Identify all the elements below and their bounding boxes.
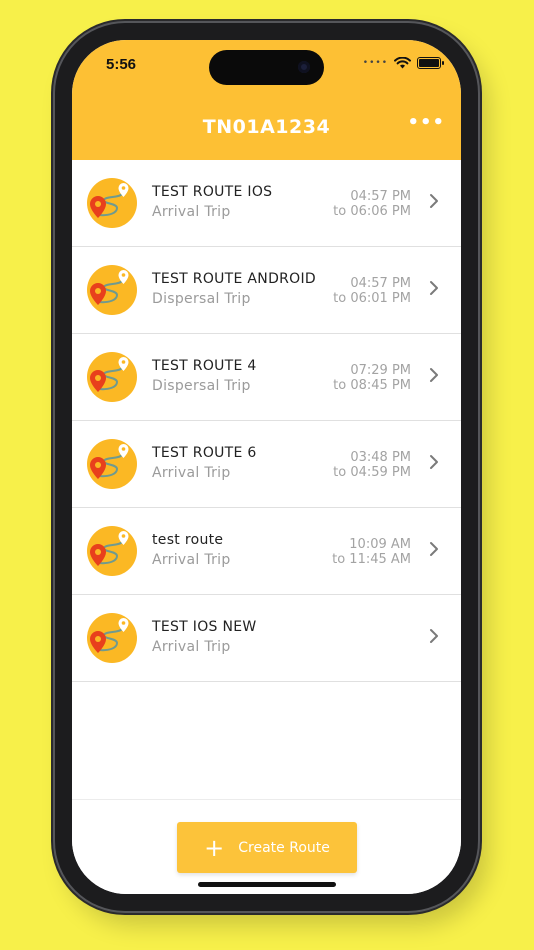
route-name: TEST IOS NEW (152, 619, 257, 635)
route-name: TEST ROUTE IOS (152, 184, 273, 200)
route-end-time: to 11:45 AM (332, 552, 411, 567)
battery-icon (417, 57, 444, 69)
route-avatar (87, 439, 137, 489)
route-map-pin-icon (90, 183, 129, 218)
route-end-time: to 08:45 PM (333, 378, 411, 393)
route-end-time: to 06:01 PM (333, 291, 411, 306)
chevron-right-icon (430, 194, 438, 208)
status-time: 5:56 (106, 56, 137, 73)
signal-icon: •••• (362, 58, 388, 68)
route-name: test route (152, 532, 224, 548)
route-map-pin-icon (90, 444, 129, 479)
dynamic-island (209, 50, 324, 85)
route-trip-type: Dispersal Trip (152, 378, 251, 394)
route-row[interactable]: TEST ROUTE 6 Arrival Trip 03:48 PM to 04… (72, 421, 461, 508)
route-start-time: 04:57 PM (350, 276, 411, 291)
app-screen: 5:56 •••• TN01A1234 ••• TEST ROUTE IOS A… (72, 40, 461, 894)
plus-icon: + (204, 833, 225, 862)
route-map-pin-icon (90, 270, 129, 305)
route-row[interactable]: test route Arrival Trip 10:09 AM to 11:4… (72, 508, 461, 595)
create-route-label: Create Route (238, 839, 330, 856)
route-row[interactable]: TEST ROUTE 4 Dispersal Trip 07:29 PM to … (72, 334, 461, 421)
footer-bar: + Create Route (72, 799, 461, 894)
route-start-time: 04:57 PM (350, 189, 411, 204)
route-name: TEST ROUTE 6 (152, 445, 257, 461)
route-row[interactable]: TEST ROUTE ANDROID Dispersal Trip 04:57 … (72, 247, 461, 334)
home-indicator[interactable] (198, 882, 336, 887)
route-map-pin-icon (90, 357, 129, 392)
route-time: 07:29 PM to 08:45 PM (333, 363, 411, 393)
chevron-right-icon (430, 542, 438, 556)
route-list: TEST ROUTE IOS Arrival Trip 04:57 PM to … (72, 160, 461, 682)
route-time: 10:09 AM to 11:45 AM (332, 537, 411, 567)
wifi-icon (394, 57, 411, 69)
more-options-button[interactable]: ••• (407, 112, 445, 133)
route-time: 04:57 PM to 06:06 PM (333, 189, 411, 219)
route-trip-type: Dispersal Trip (152, 291, 251, 307)
route-avatar (87, 178, 137, 228)
route-avatar (87, 613, 137, 663)
route-trip-type: Arrival Trip (152, 639, 231, 655)
chevron-right-icon (430, 368, 438, 382)
route-avatar (87, 352, 137, 402)
chevron-right-icon (430, 281, 438, 295)
chevron-right-icon (430, 455, 438, 469)
route-avatar (87, 526, 137, 576)
route-end-time: to 04:59 PM (333, 465, 411, 480)
create-route-button[interactable]: + Create Route (177, 822, 357, 873)
chevron-right-icon (430, 629, 438, 643)
route-name: TEST ROUTE 4 (152, 358, 257, 374)
route-start-time: 03:48 PM (350, 450, 411, 465)
page-title: TN01A1234 (202, 116, 331, 138)
route-end-time: to 06:06 PM (333, 204, 411, 219)
route-time: 04:57 PM to 06:01 PM (333, 276, 411, 306)
route-start-time: 10:09 AM (349, 537, 411, 552)
route-row[interactable]: TEST IOS NEW Arrival Trip (72, 595, 461, 682)
route-trip-type: Arrival Trip (152, 465, 231, 481)
status-icons: •••• (362, 57, 444, 69)
app-header: 5:56 •••• TN01A1234 ••• (72, 40, 461, 160)
route-avatar (87, 265, 137, 315)
route-map-pin-icon (90, 531, 129, 566)
route-row[interactable]: TEST ROUTE IOS Arrival Trip 04:57 PM to … (72, 160, 461, 247)
route-name: TEST ROUTE ANDROID (152, 271, 317, 287)
route-map-pin-icon (90, 618, 129, 653)
route-time: 03:48 PM to 04:59 PM (333, 450, 411, 480)
camera-icon (298, 61, 310, 73)
route-trip-type: Arrival Trip (152, 204, 231, 220)
route-start-time: 07:29 PM (350, 363, 411, 378)
route-trip-type: Arrival Trip (152, 552, 231, 568)
